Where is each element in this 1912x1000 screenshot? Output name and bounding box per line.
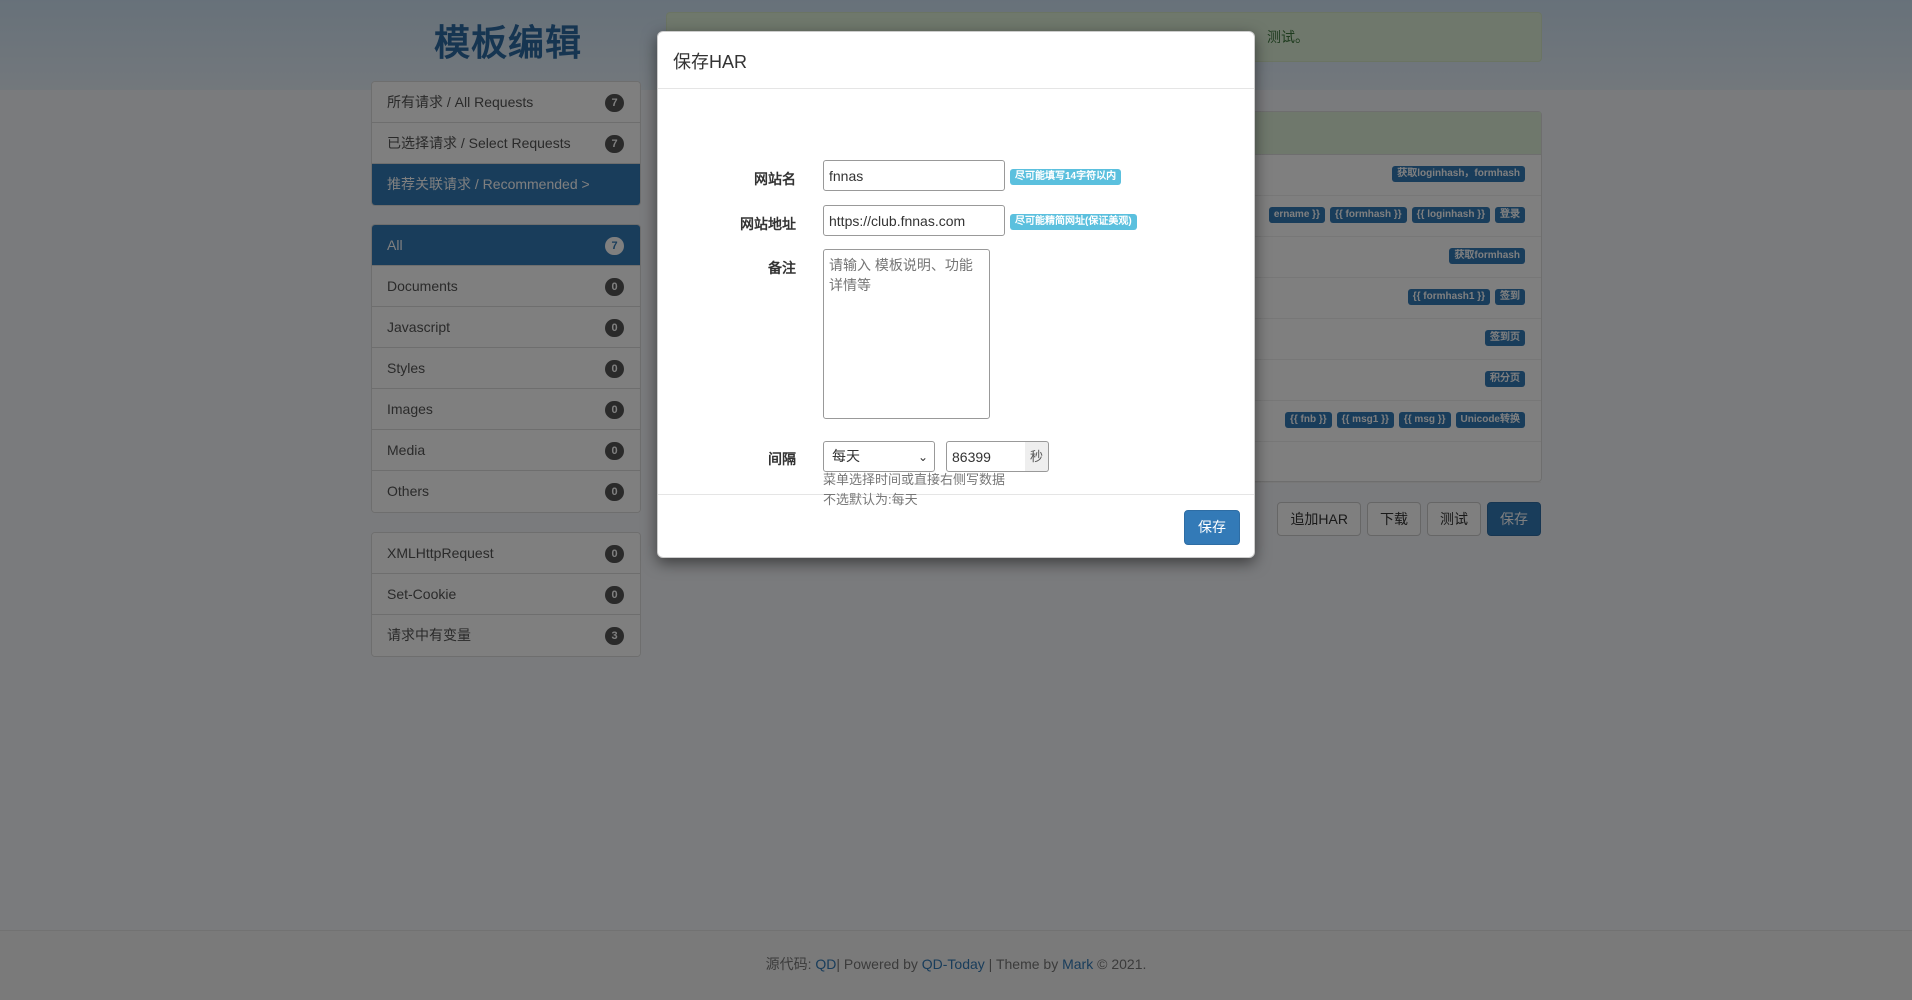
interval-seconds-input[interactable] xyxy=(946,441,1026,472)
modal-footer: 保存 xyxy=(658,495,1254,559)
page-root: 模板编辑 所有请求 / All Requests 7 已选择请求 / Selec… xyxy=(0,0,1912,1000)
site-name-label: 网站名 xyxy=(754,171,796,187)
modal-save-button[interactable]: 保存 xyxy=(1184,510,1240,545)
save-har-dialog: 保存HAR 网站名 尽可能填写14字符以内 网站地址 尽可能精简网址(保证美观)… xyxy=(657,31,1255,558)
site-name-hint: 尽可能填写14字符以内 xyxy=(1010,169,1122,185)
seconds-unit-addon: 秒 xyxy=(1025,441,1049,472)
site-url-hint: 尽可能精简网址(保证美观) xyxy=(1010,214,1137,230)
modal-body: 网站名 尽可能填写14字符以内 网站地址 尽可能精简网址(保证美观) 备注 间隔… xyxy=(658,89,1254,507)
interval-select[interactable]: 每天 ⌄ xyxy=(823,441,935,472)
note-label: 备注 xyxy=(768,260,796,276)
modal-header: 保存HAR xyxy=(658,32,1254,89)
chevron-down-icon: ⌄ xyxy=(917,450,928,464)
site-url-input[interactable] xyxy=(823,205,1005,236)
note-textarea[interactable] xyxy=(823,249,990,419)
modal-title: 保存HAR xyxy=(673,52,748,72)
site-name-input[interactable] xyxy=(823,160,1005,191)
interval-label: 间隔 xyxy=(768,451,796,467)
site-url-label: 网站地址 xyxy=(740,216,796,232)
interval-select-value: 每天 xyxy=(832,448,860,464)
interval-help-line1: 菜单选择时间或直接右侧写数据 xyxy=(823,472,1006,487)
